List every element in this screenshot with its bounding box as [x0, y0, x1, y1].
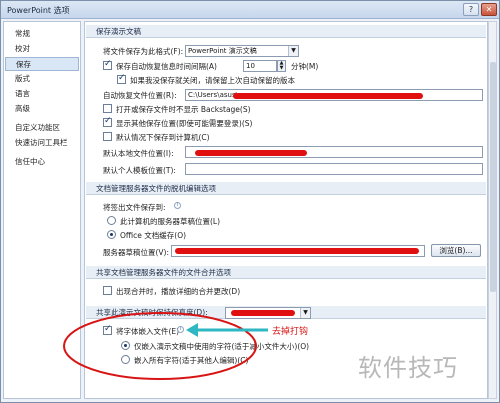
- save-format-select[interactable]: PowerPoint 演示文稿 ▼: [185, 45, 299, 57]
- merge-section-header: 共享文档管理服务器文件的文件合并选项: [86, 266, 486, 279]
- default-template-location-label: 默认个人模板位置(T):: [103, 166, 176, 175]
- sidebar-item-language[interactable]: 语言: [5, 87, 79, 101]
- default-template-location-input[interactable]: [185, 163, 483, 175]
- radio-embed-used-only[interactable]: [121, 341, 130, 350]
- save-to-computer-label: 默认情况下保存到计算机(C): [116, 133, 210, 142]
- show-merge-changes-label: 出现合并时，播放详细的合并更改(D): [116, 287, 241, 296]
- redaction-mark: [175, 248, 419, 254]
- save-format-label: 将文件保存为此格式(F):: [103, 47, 184, 56]
- embed-fonts-label: 将字体嵌入文件(E): [116, 327, 180, 336]
- sidebar-item-trust-center[interactable]: 信任中心: [5, 155, 79, 169]
- autorecover-minutes-input[interactable]: 10: [243, 60, 277, 72]
- offline-section-header: 文档管理服务器文件的脱机编辑选项: [86, 182, 486, 195]
- sidebar-item-advanced[interactable]: 高级: [5, 102, 79, 116]
- radio-office-cache-label: Office 文档缓存(O): [120, 231, 187, 240]
- show-other-locations-checkbox[interactable]: [103, 116, 112, 127]
- info-icon: i: [174, 202, 181, 209]
- no-backstage-checkbox[interactable]: [103, 104, 112, 113]
- browse-button[interactable]: 浏览(B)...: [431, 244, 481, 257]
- window-title: PowerPoint 选项: [7, 6, 70, 15]
- save-format-value: PowerPoint 演示文稿: [188, 47, 257, 55]
- watermark-text: 软件技巧: [358, 354, 458, 382]
- autorecover-location-value: C:\Users\asus\: [188, 91, 238, 99]
- checkout-label: 将签出文件保存到:: [103, 203, 166, 212]
- info-icon: i: [177, 326, 184, 333]
- radio-server-drafts-label: 此计算机的服务器草稿位置(L): [120, 217, 221, 226]
- radio-embed-all[interactable]: [121, 355, 130, 364]
- options-sidebar: 常规 校对 保存 版式 语言 高级 自定义功能区 快速访问工具栏 信任中心: [3, 21, 81, 399]
- autorecover-checkbox[interactable]: [103, 59, 112, 70]
- autorecover-location-label: 自动恢复文件位置(R):: [103, 91, 177, 100]
- minutes-spinner[interactable]: ▲ ▼: [277, 60, 286, 72]
- chevron-down-icon: ▼: [300, 308, 310, 318]
- chevron-down-icon: ▼: [288, 46, 298, 56]
- minutes-label: 分钟(M): [291, 62, 319, 71]
- keep-last-version-label: 如果我没保存就关闭，请保留上次自动保留的版本: [130, 76, 295, 85]
- show-merge-changes-checkbox[interactable]: [103, 286, 112, 295]
- scrollbar-thumb[interactable]: [490, 62, 496, 292]
- annotation-label: 去掉打钩: [272, 327, 309, 337]
- help-button[interactable]: ?: [463, 3, 479, 16]
- show-other-locations-label: 显示其他保存位置(即使可能需要登录)(S): [116, 119, 253, 128]
- vertical-scrollbar[interactable]: [488, 21, 497, 399]
- title-bar: PowerPoint 选项 ? ✕: [1, 1, 499, 19]
- sidebar-item-customize-ribbon[interactable]: 自定义功能区: [5, 121, 79, 135]
- radio-office-cache[interactable]: [107, 230, 116, 239]
- keep-last-version-checkbox[interactable]: [117, 73, 126, 84]
- save-section-header: 保存演示文稿: [86, 25, 486, 38]
- redaction-mark: [195, 150, 307, 156]
- sidebar-item-quick-access-toolbar[interactable]: 快速访问工具栏: [5, 136, 79, 150]
- sidebar-item-general[interactable]: 常规: [5, 27, 79, 41]
- redaction-mark: [231, 310, 295, 316]
- no-backstage-label: 打开或保存文件时不显示 Backstage(S): [116, 105, 251, 114]
- sidebar-item-proofing[interactable]: 校对: [5, 42, 79, 56]
- close-button[interactable]: ✕: [481, 3, 497, 16]
- save-to-computer-checkbox[interactable]: [103, 132, 112, 141]
- fidelity-section-title: 共享此演示文稿时保持保真度(D):: [96, 308, 208, 317]
- radio-server-drafts[interactable]: [107, 216, 116, 225]
- sidebar-item-save[interactable]: 保存: [5, 57, 79, 71]
- sidebar-item-layout[interactable]: 版式: [5, 72, 79, 86]
- radio-embed-all-label: 嵌入所有字符(适于其他人编辑)(C): [134, 356, 249, 365]
- options-content: 保存演示文稿 将文件保存为此格式(F): PowerPoint 演示文稿 ▼ 保…: [84, 21, 488, 399]
- radio-embed-used-only-label: 仅嵌入演示文稿中使用的字符(适于减小文件大小)(O): [134, 342, 310, 351]
- autorecover-label: 保存自动恢复信息时间间隔(A): [116, 62, 217, 71]
- embed-fonts-checkbox[interactable]: [103, 324, 112, 335]
- redaction-mark: [233, 93, 423, 99]
- drafts-location-label: 服务器草稿位置(V):: [103, 248, 170, 257]
- default-local-location-label: 默认本地文件位置(I):: [103, 149, 174, 158]
